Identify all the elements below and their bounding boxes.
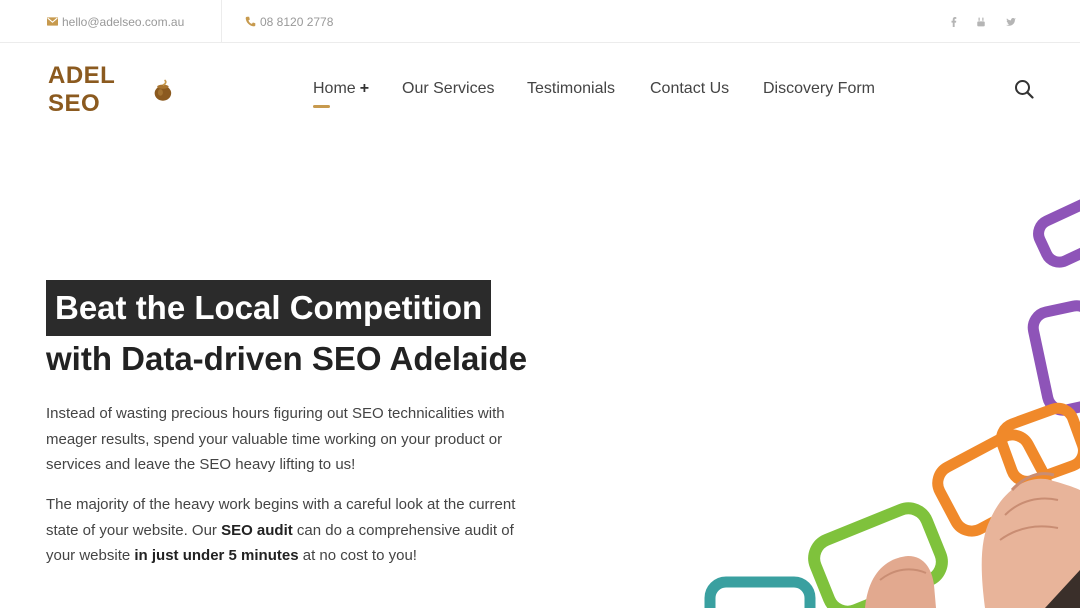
- facebook-link[interactable]: [947, 0, 961, 43]
- email-text: hello@adelseo.com.au: [62, 14, 185, 29]
- twitter-link[interactable]: [1004, 0, 1018, 43]
- submenu-plus-icon: +: [359, 80, 370, 97]
- facebook-icon: [947, 15, 961, 29]
- search-icon: [1015, 80, 1034, 99]
- search-button[interactable]: [1014, 79, 1036, 101]
- youtube-link[interactable]: [974, 0, 988, 43]
- seo-audit-link[interactable]: SEO audit: [221, 522, 293, 539]
- hero-paragraph-1: Instead of wasting precious hours figuri…: [46, 405, 505, 473]
- phone-icon: [244, 16, 256, 28]
- logo-text: ADEL SEO: [48, 62, 115, 117]
- nav-item-label: Home: [313, 80, 356, 97]
- nav-item-home[interactable]: Home +: [313, 74, 370, 108]
- envelope-icon: [46, 16, 58, 28]
- hero-bold-text: in just under 5 minutes: [134, 547, 299, 564]
- hero-paragraph-2: The majority of the heavy work begins wi…: [46, 492, 536, 569]
- hero-text: at no cost to you!: [298, 547, 417, 564]
- nav-item-contact-us[interactable]: Contact Us: [650, 74, 729, 104]
- chain-links-illustration: [704, 196, 1080, 608]
- nav-item-our-services[interactable]: Our Services: [402, 74, 494, 104]
- phone-text: 08 8120 2778: [260, 14, 334, 29]
- top-bar: hello@adelseo.com.au 08 8120 2778: [0, 0, 1080, 43]
- nav-item-discovery-form[interactable]: Discovery Form: [763, 74, 875, 104]
- nav-item-testimonials[interactable]: Testimonials: [527, 74, 615, 104]
- topbar-divider: [221, 0, 222, 43]
- email-link[interactable]: hello@adelseo.com.au: [46, 0, 184, 43]
- honey-pot-icon: [154, 79, 172, 101]
- site-logo[interactable]: ADEL SEO: [48, 62, 173, 117]
- phone-link[interactable]: 08 8120 2778: [244, 0, 333, 43]
- hero-title: with Data-driven SEO Adelaide: [46, 340, 528, 377]
- youtube-icon: [974, 15, 988, 29]
- hero-title-highlight: Beat the Local Competition: [46, 280, 492, 336]
- twitter-icon: [1004, 15, 1018, 29]
